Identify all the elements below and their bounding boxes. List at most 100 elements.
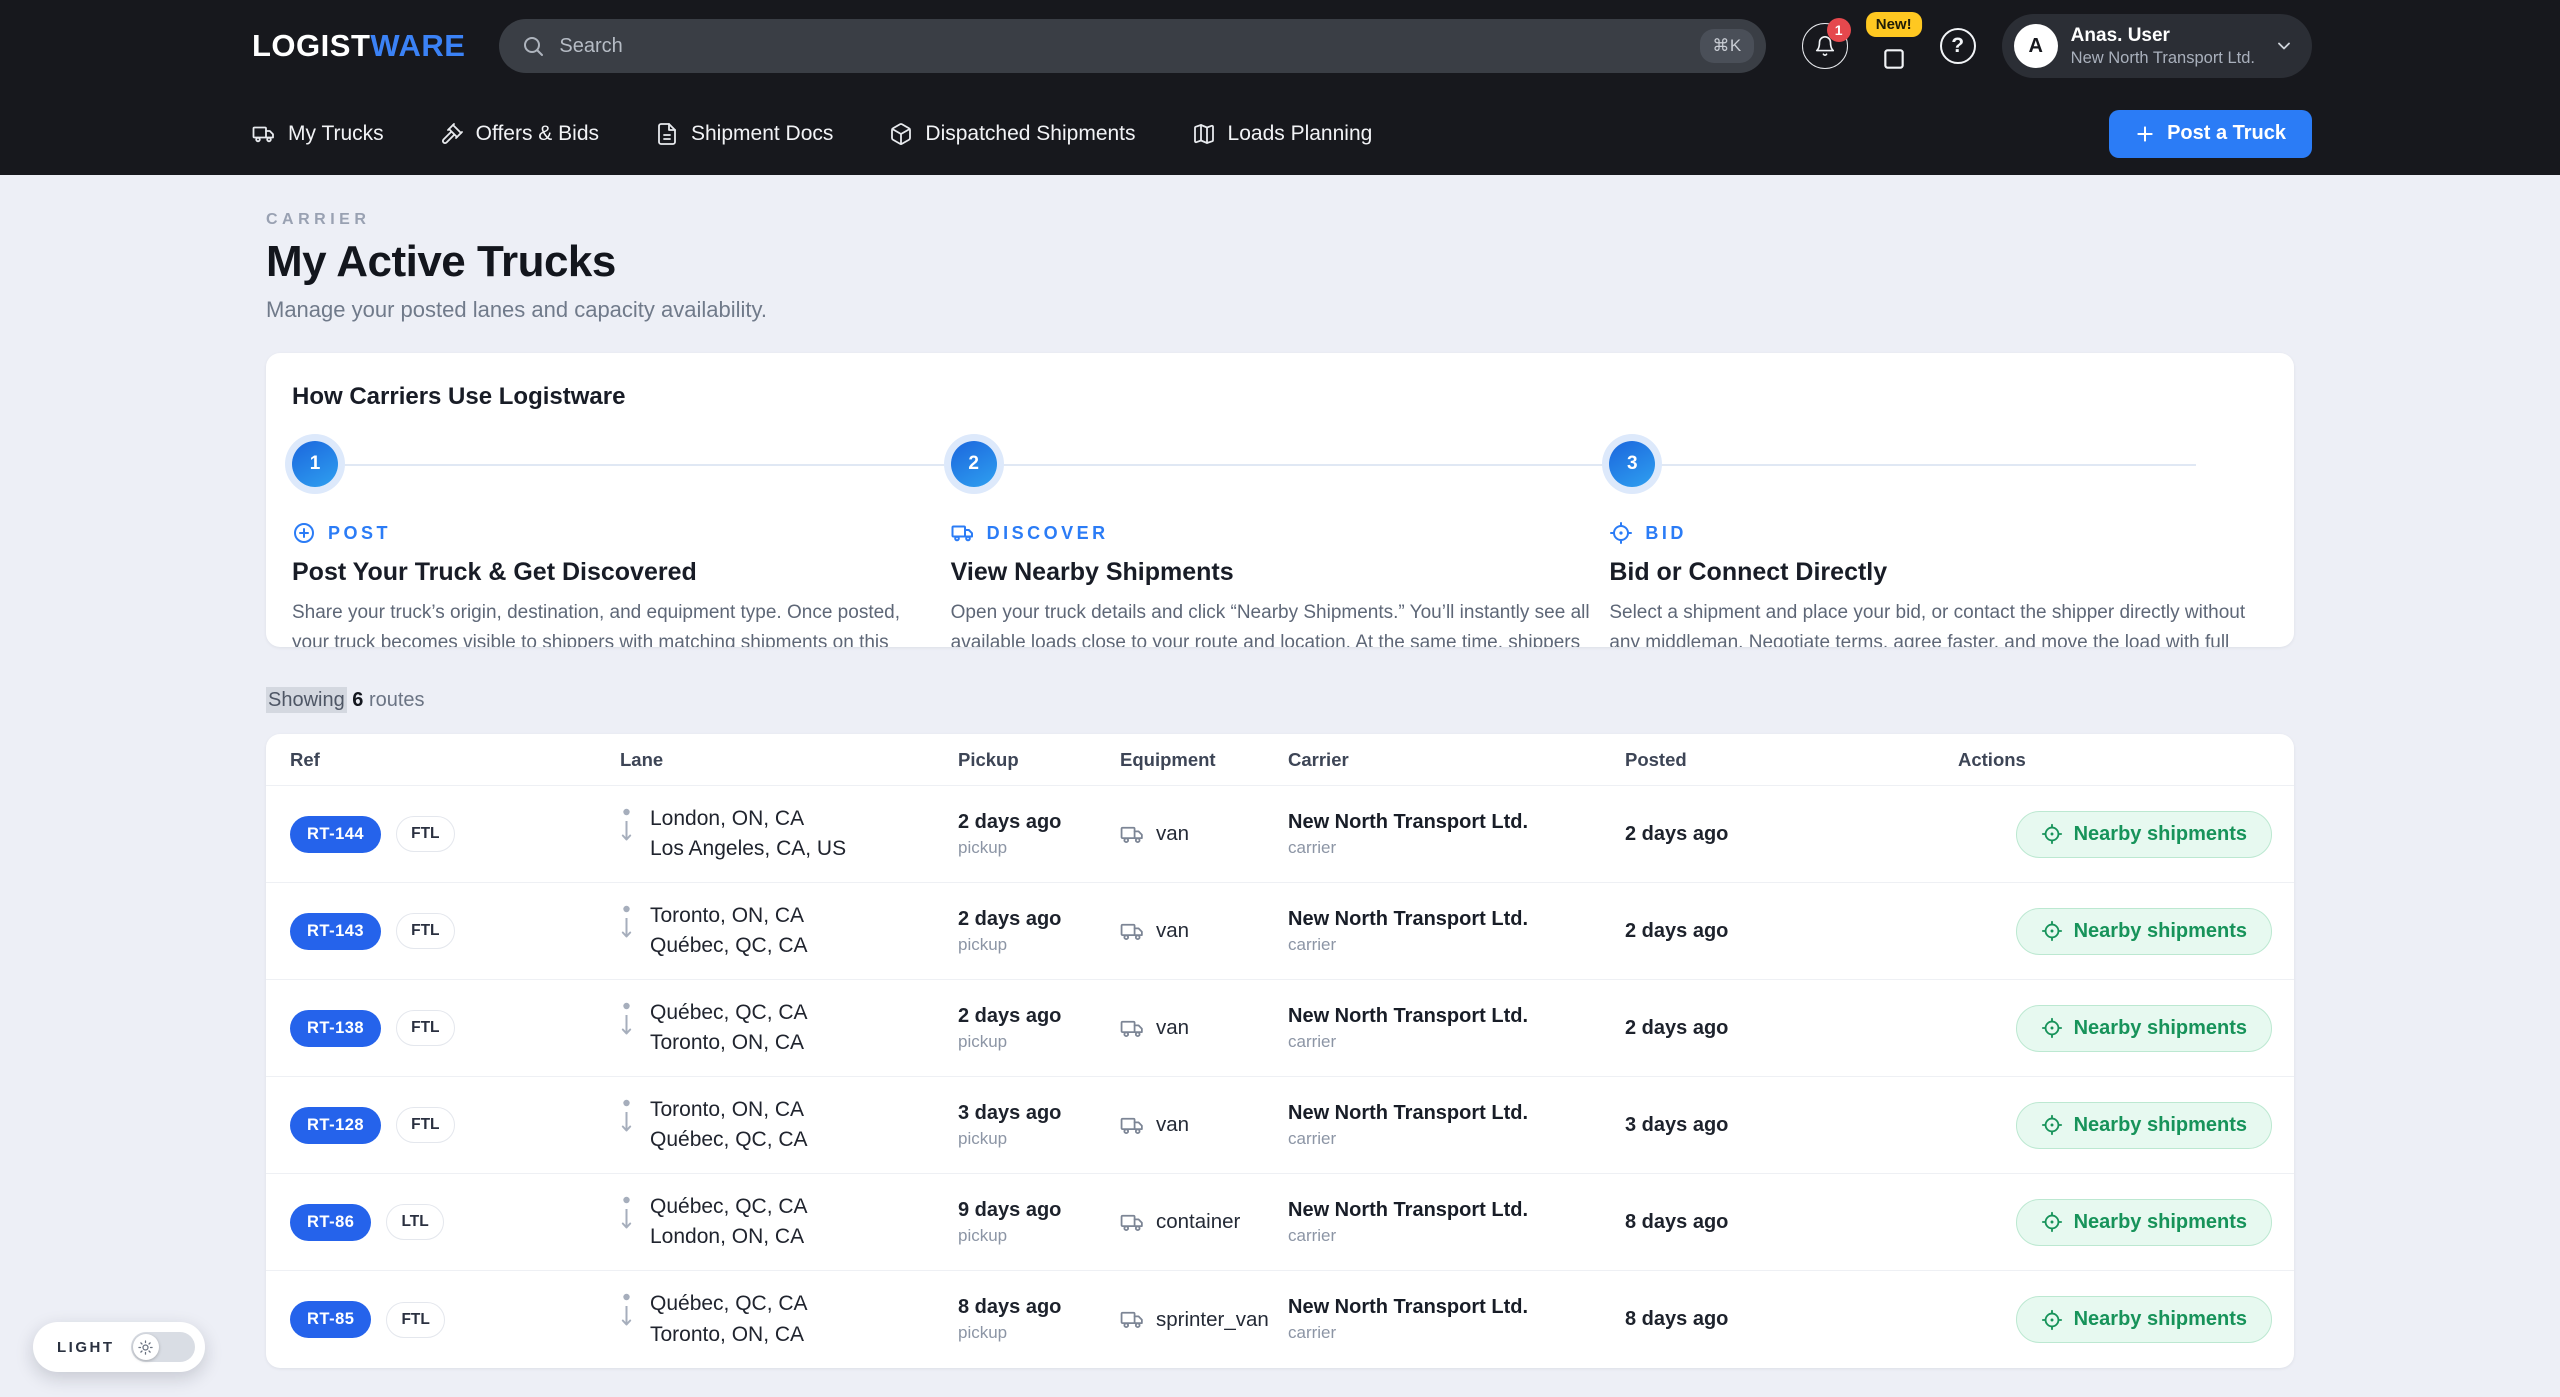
whats-new-button[interactable]: New!: [1874, 20, 1914, 72]
post-a-truck-button[interactable]: Post a Truck: [2109, 110, 2312, 158]
equipment-type: van: [1156, 1016, 1189, 1040]
nav-item-dispatched-shipments[interactable]: Dispatched Shipments: [889, 122, 1135, 146]
equipment-type: container: [1156, 1210, 1240, 1234]
posted-time: 3 days ago: [1625, 1114, 1958, 1137]
carrier-name: New North Transport Ltd.: [1288, 1102, 1625, 1125]
table-row[interactable]: RT-128 FTL Toronto, ON, CA Québec, QC, C…: [266, 1077, 2294, 1174]
target-icon: [2041, 1309, 2063, 1331]
carrier-sublabel: carrier: [1288, 1323, 1625, 1343]
help-button[interactable]: ?: [1940, 28, 1976, 64]
lane-origin: Québec, QC, CA: [650, 1289, 808, 1319]
nav-item-loads-planning[interactable]: Loads Planning: [1192, 122, 1373, 146]
load-type-badge: FTL: [396, 913, 454, 949]
table-row[interactable]: RT-85 FTL Québec, QC, CA Toronto, ON, CA…: [266, 1271, 2294, 1368]
nearby-shipments-button[interactable]: Nearby shipments: [2016, 811, 2272, 858]
column-header-ref: Ref: [266, 749, 620, 771]
column-header-lane: Lane: [620, 749, 958, 771]
carrier-sublabel: carrier: [1288, 1226, 1625, 1246]
step-bid: 3 BID Bid or Connect Directly Select a s…: [1609, 441, 2268, 647]
nearby-shipments-button[interactable]: Nearby shipments: [2016, 1102, 2272, 1149]
user-name: Anas. User: [2071, 24, 2255, 48]
how-carriers-card: How Carriers Use Logistware 1 POST Post …: [266, 353, 2294, 647]
step-body: Share your truck’s origin, destination, …: [292, 598, 932, 647]
search-shortcut-badge: ⌘K: [1700, 29, 1753, 63]
page-content: CARRIER My Active Trucks Manage your pos…: [266, 211, 2294, 1368]
truck-icon: [1120, 1210, 1145, 1235]
avatar: A: [2014, 24, 2058, 68]
nearby-shipments-button[interactable]: Nearby shipments: [2016, 1296, 2272, 1343]
page-eyebrow: CARRIER: [266, 211, 2294, 229]
header-icon-row: 1 New! ?: [1802, 20, 1976, 72]
user-text: Anas. User New North Transport Ltd.: [2071, 24, 2255, 68]
column-header-carrier: Carrier: [1288, 749, 1625, 771]
step-heading: Post Your Truck & Get Discovered: [292, 558, 951, 587]
theme-toggle-label: LIGHT: [57, 1339, 115, 1356]
lane-destination: Los Angeles, CA, US: [650, 834, 846, 864]
ref-badge: RT-144: [290, 816, 381, 853]
trucks-table: Ref Lane Pickup Equipment Carrier Posted…: [266, 734, 2294, 1368]
window-icon: [1880, 46, 1908, 72]
table-rows: RT-144 FTL London, ON, CA Los Angeles, C…: [266, 786, 2294, 1368]
route-icon: [620, 905, 633, 941]
notifications-button[interactable]: 1: [1802, 23, 1848, 69]
pickup-sublabel: pickup: [958, 935, 1120, 955]
equipment-type: van: [1156, 822, 1189, 846]
table-row[interactable]: RT-143 FTL Toronto, ON, CA Québec, QC, C…: [266, 883, 2294, 980]
table-row[interactable]: RT-138 FTL Québec, QC, CA Toronto, ON, C…: [266, 980, 2294, 1077]
carrier-name: New North Transport Ltd.: [1288, 1199, 1625, 1222]
target-icon: [2041, 1114, 2063, 1136]
nearby-shipments-label: Nearby shipments: [2074, 1114, 2247, 1137]
step-number-badge: 1: [292, 441, 338, 487]
posted-time: 2 days ago: [1625, 1017, 1958, 1040]
carrier-sublabel: carrier: [1288, 1032, 1625, 1052]
nearby-shipments-label: Nearby shipments: [2074, 1017, 2247, 1040]
nav-item-shipment-docs[interactable]: Shipment Docs: [655, 122, 833, 146]
posted-time: 2 days ago: [1625, 920, 1958, 943]
load-type-badge: FTL: [386, 1302, 444, 1338]
nearby-shipments-button[interactable]: Nearby shipments: [2016, 908, 2272, 955]
truck-icon: [1120, 822, 1145, 847]
theme-toggle[interactable]: LIGHT: [33, 1322, 205, 1372]
lane-destination: Toronto, ON, CA: [650, 1028, 808, 1058]
search-input[interactable]: Search ⌘K: [499, 19, 1765, 73]
pickup-time: 8 days ago: [958, 1296, 1120, 1319]
user-company: New North Transport Ltd.: [2071, 48, 2255, 69]
nav-item-offers-bids[interactable]: Offers & Bids: [440, 122, 599, 146]
route-icon: [620, 1293, 633, 1329]
table-header-row: Ref Lane Pickup Equipment Carrier Posted…: [266, 734, 2294, 786]
nearby-shipments-button[interactable]: Nearby shipments: [2016, 1005, 2272, 1052]
nearby-shipments-label: Nearby shipments: [2074, 1211, 2247, 1234]
step-post: 1 POST Post Your Truck & Get Discovered …: [292, 441, 951, 647]
nearby-shipments-label: Nearby shipments: [2074, 920, 2247, 943]
step-heading: View Nearby Shipments: [951, 558, 1610, 587]
lane-destination: Québec, QC, CA: [650, 931, 808, 961]
nearby-shipments-label: Nearby shipments: [2074, 823, 2247, 846]
carrier-sublabel: carrier: [1288, 838, 1625, 858]
results-unit: routes: [369, 689, 425, 711]
step-number-badge: 2: [951, 441, 997, 487]
target-icon: [2041, 823, 2063, 845]
column-header-actions: Actions: [1958, 749, 2294, 771]
theme-switch[interactable]: [131, 1332, 195, 1362]
table-row[interactable]: RT-144 FTL London, ON, CA Los Angeles, C…: [266, 786, 2294, 883]
pickup-time: 2 days ago: [958, 811, 1120, 834]
brand-logo[interactable]: LOGISTWARE: [252, 28, 465, 64]
nav-label: My Trucks: [288, 122, 384, 146]
lane-origin: Toronto, ON, CA: [650, 901, 808, 931]
ref-badge: RT-138: [290, 1010, 381, 1047]
equipment-type: sprinter_van: [1156, 1308, 1269, 1332]
target-icon: [1609, 521, 1633, 545]
top-bar: LOGISTWARE Search ⌘K 1 New! ? A Anas. Us…: [0, 0, 2560, 92]
carrier-name: New North Transport Ltd.: [1288, 1005, 1625, 1028]
how-card-title: How Carriers Use Logistware: [292, 383, 2268, 411]
table-row[interactable]: RT-86 LTL Québec, QC, CA London, ON, CA …: [266, 1174, 2294, 1271]
posted-time: 8 days ago: [1625, 1308, 1958, 1331]
logo-part-1: LOGIST: [252, 28, 370, 63]
nav-item-my-trucks[interactable]: My Trucks: [252, 122, 384, 146]
nearby-shipments-button[interactable]: Nearby shipments: [2016, 1199, 2272, 1246]
column-header-equipment: Equipment: [1120, 749, 1288, 771]
user-menu[interactable]: A Anas. User New North Transport Ltd.: [2002, 14, 2312, 78]
steps: 1 POST Post Your Truck & Get Discovered …: [292, 441, 2268, 647]
nearby-shipments-label: Nearby shipments: [2074, 1308, 2247, 1331]
carrier-sublabel: carrier: [1288, 1129, 1625, 1149]
